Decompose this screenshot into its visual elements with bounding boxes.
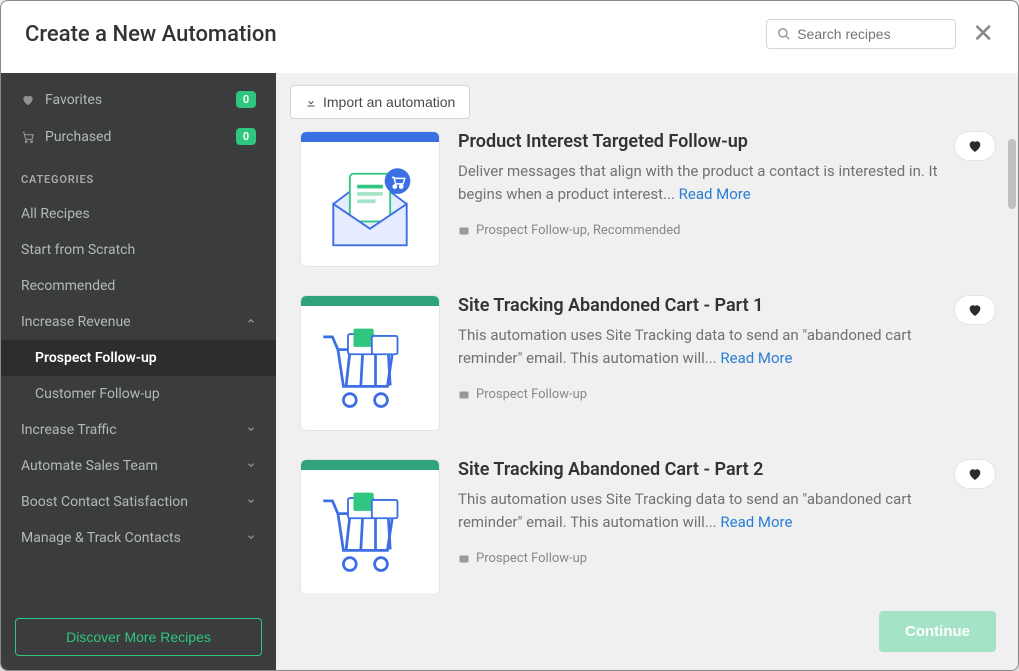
download-icon	[305, 96, 317, 108]
recipe-title: Site Tracking Abandoned Cart - Part 2	[458, 459, 972, 480]
recipe-tags: Prospect Follow-up	[458, 387, 972, 402]
chevron-down-icon	[246, 495, 256, 509]
sidebar-item-purchased[interactable]: Purchased 0	[1, 118, 276, 155]
search-input[interactable]	[797, 26, 945, 42]
badge: 0	[236, 128, 256, 145]
read-more-link[interactable]: Read More	[720, 349, 792, 367]
sidebar-item-label: Favorites	[45, 92, 102, 108]
tag-icon	[458, 389, 470, 401]
modal-header: Create a New Automation ✕	[1, 1, 1018, 73]
recipe-tags: Prospect Follow-up, Recommended	[458, 223, 972, 238]
thumb-body	[301, 306, 439, 430]
categories-label: CATEGORIES	[1, 155, 276, 196]
modal-body: Favorites 0 Purchased 0 CATEGORIES All R…	[1, 73, 1018, 670]
cat-recommended[interactable]: Recommended	[1, 268, 276, 304]
sidebar-item-label: Purchased	[45, 129, 111, 145]
cat-increase-traffic[interactable]: Increase Traffic	[1, 412, 276, 448]
chevron-down-icon	[246, 423, 256, 437]
main-panel: Import an automation Product Interest Ta…	[276, 73, 1018, 670]
recipe-card[interactable]: Site Tracking Abandoned Cart - Part 1 Th…	[300, 295, 1012, 431]
toolbar: Import an automation	[276, 73, 1018, 131]
thumb-body	[301, 142, 439, 266]
footer: Continue	[276, 593, 1018, 670]
recipe-title: Product Interest Targeted Follow-up	[458, 131, 972, 152]
recipe-tags: Prospect Follow-up	[458, 551, 972, 566]
import-automation-button[interactable]: Import an automation	[290, 85, 470, 119]
recipe-tags-text: Prospect Follow-up, Recommended	[476, 223, 680, 238]
modal-root: Create a New Automation ✕ Favorites 0	[0, 0, 1019, 671]
thumb-accent	[301, 296, 439, 306]
discover-wrap: Discover More Recipes	[1, 604, 276, 670]
discover-recipes-button[interactable]: Discover More Recipes	[15, 618, 262, 656]
cat-automate-sales[interactable]: Automate Sales Team	[1, 448, 276, 484]
recipe-title: Site Tracking Abandoned Cart - Part 1	[458, 295, 972, 316]
sidebar: Favorites 0 Purchased 0 CATEGORIES All R…	[1, 73, 276, 670]
chevron-down-icon	[246, 459, 256, 473]
thumb-accent	[301, 132, 439, 142]
page-title: Create a New Automation	[25, 22, 277, 47]
thumb-body	[301, 470, 439, 593]
thumb-accent	[301, 460, 439, 470]
import-label: Import an automation	[323, 94, 455, 110]
favorite-button[interactable]	[954, 459, 996, 489]
tag-icon	[458, 225, 470, 237]
recipe-info: Site Tracking Abandoned Cart - Part 1 Th…	[458, 295, 972, 431]
recipe-desc: Deliver messages that align with the pro…	[458, 160, 972, 205]
read-more-link[interactable]: Read More	[679, 185, 751, 203]
cat-start-scratch[interactable]: Start from Scratch	[1, 232, 276, 268]
cat-increase-revenue[interactable]: Increase Revenue	[1, 304, 276, 340]
cat-sub-prospect-followup[interactable]: Prospect Follow-up	[1, 340, 276, 376]
recipe-thumb	[300, 459, 440, 593]
read-more-link[interactable]: Read More	[720, 513, 792, 531]
recipe-tags-text: Prospect Follow-up	[476, 551, 587, 566]
chevron-up-icon	[246, 315, 256, 329]
recipe-info: Product Interest Targeted Follow-up Deli…	[458, 131, 972, 267]
tag-icon	[458, 553, 470, 565]
badge: 0	[236, 91, 256, 108]
cat-boost-contact[interactable]: Boost Contact Satisfaction	[1, 484, 276, 520]
close-icon[interactable]: ✕	[972, 21, 994, 47]
recipe-desc: This automation uses Site Tracking data …	[458, 324, 972, 369]
cat-manage-track[interactable]: Manage & Track Contacts	[1, 520, 276, 556]
recipe-thumb	[300, 131, 440, 267]
cart-icon	[21, 130, 35, 144]
cat-all-recipes[interactable]: All Recipes	[1, 196, 276, 232]
header-right: ✕	[766, 19, 994, 49]
search-box[interactable]	[766, 19, 956, 49]
recipe-info: Site Tracking Abandoned Cart - Part 2 Th…	[458, 459, 972, 593]
favorite-button[interactable]	[954, 295, 996, 325]
sidebar-item-favorites[interactable]: Favorites 0	[1, 81, 276, 118]
favorite-button[interactable]	[954, 131, 996, 161]
cat-sub-customer-followup[interactable]: Customer Follow-up	[1, 376, 276, 412]
recipe-card[interactable]: Product Interest Targeted Follow-up Deli…	[300, 131, 1012, 267]
recipe-desc: This automation uses Site Tracking data …	[458, 488, 972, 533]
continue-button[interactable]: Continue	[879, 611, 996, 652]
recipe-list[interactable]: Product Interest Targeted Follow-up Deli…	[276, 131, 1018, 593]
heart-icon	[21, 93, 35, 107]
chevron-down-icon	[246, 531, 256, 545]
search-icon	[777, 27, 791, 41]
recipe-thumb	[300, 295, 440, 431]
recipe-tags-text: Prospect Follow-up	[476, 387, 587, 402]
recipe-card[interactable]: Site Tracking Abandoned Cart - Part 2 Th…	[300, 459, 1012, 593]
